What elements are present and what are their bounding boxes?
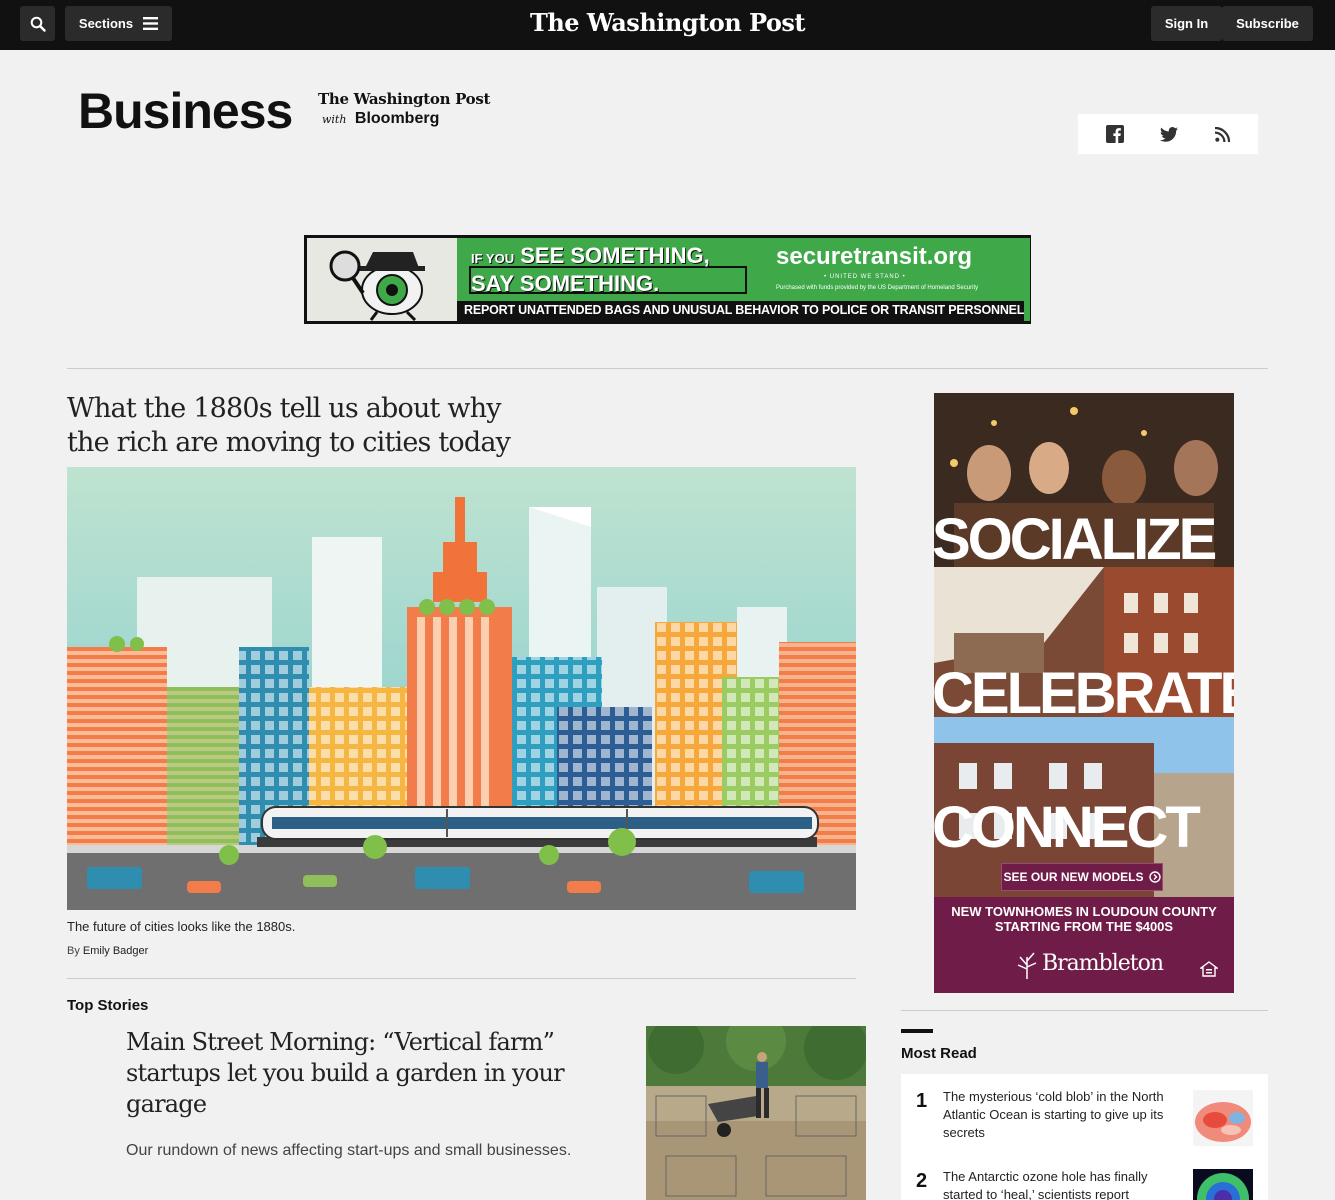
top-story-blurb: Our rundown of news affecting start-ups … (126, 1142, 572, 1159)
most-read-rank: 1 (916, 1090, 928, 1112)
banner-green-strip (1024, 238, 1030, 321)
ad-offer-line2: STARTING FROM THE $400S (994, 919, 1174, 934)
banner-url: securetransit.org (776, 243, 973, 270)
see-new-models-button[interactable]: SEE OUR NEW MODELS (1001, 863, 1163, 891)
banner-tagline: • UNITED WE STAND • (824, 274, 906, 280)
ad-word-socialize: SOCIALIZE (934, 507, 1217, 572)
equal-housing-icon (1200, 961, 1218, 977)
rss-icon[interactable] (1214, 126, 1230, 142)
divider (67, 978, 856, 979)
top-navigation-bar: Sections The Washington Post Sign In Sub… (0, 0, 1335, 50)
partner-bloomberg-text: Bloomberg (354, 110, 440, 127)
most-read-item[interactable]: 1 The mysterious ‘cold blob’ in the Nort… (901, 1074, 1268, 1154)
most-read-rank: 2 (916, 1170, 928, 1192)
most-read-thumbnail[interactable] (1193, 1169, 1253, 1200)
top-story-headline[interactable]: Main Street Morning: “Vertical farm” sta… (126, 1027, 596, 1120)
top-stories-label: Top Stories (67, 997, 149, 1014)
tree-logo-icon (1017, 952, 1037, 979)
divider (901, 1010, 1268, 1011)
partner-with-text: with (322, 113, 347, 126)
most-read-accent (901, 1029, 933, 1033)
banner-line1: SEE SOMETHING, (520, 243, 710, 268)
most-read-list: 1 The mysterious ‘cold blob’ in the Nort… (901, 1074, 1268, 1200)
most-read-headline[interactable]: The Antarctic ozone hole has finally sta… (943, 1168, 1188, 1200)
ad-cta-label: SEE OUR NEW MODELS (1003, 870, 1144, 884)
banner-line2: SAY SOMETHING. (471, 271, 660, 296)
banner-advertisement[interactable]: IF YOU SEE SOMETHING, SAY SOMETHING. sec… (304, 235, 1031, 324)
divider (67, 368, 1268, 369)
facebook-icon[interactable] (1106, 125, 1125, 143)
byline-prefix: By (67, 945, 80, 957)
lead-story-image[interactable] (67, 467, 856, 910)
eye-detective-illustration (307, 238, 457, 322)
partner-logo[interactable]: The Washington Post with Bloomberg (318, 90, 490, 128)
social-links (1078, 114, 1258, 154)
banner-funding-note: Purchased with funds provided by the US … (776, 285, 979, 291)
side-advertisement[interactable]: SOCIALIZE CELEBRATE CONNECT SEE OUR NEW … (934, 393, 1234, 993)
page-title: Business (78, 83, 293, 139)
banner-slogan: IF YOU SEE SOMETHING, SAY SOMETHING. (471, 243, 710, 296)
ad-brand-name: Brambleton (1042, 951, 1164, 976)
most-read-thumbnail[interactable] (1193, 1090, 1253, 1146)
banner-if-you: IF YOU (471, 251, 515, 266)
most-read-headline[interactable]: The mysterious ‘cold blob’ in the North … (943, 1088, 1188, 1142)
ad-word-connect: CONNECT (934, 795, 1201, 860)
lead-story-headline[interactable]: What the 1880s tell us about why the ric… (67, 392, 537, 460)
author-link[interactable]: Emily Badger (83, 945, 148, 957)
lead-story-caption: The future of cities looks like the 1880… (67, 919, 296, 934)
ad-word-celebrate: CELEBRATE (934, 661, 1234, 726)
partner-wapo-text: The Washington Post (318, 90, 491, 108)
banner-report-text: REPORT UNATTENDED BAGS AND UNUSUAL BEHAV… (464, 303, 1025, 317)
ad-offer-line1: NEW TOWNHOMES IN LOUDOUN COUNTY (951, 904, 1217, 919)
most-read-item[interactable]: 2 The Antarctic ozone hole has finally s… (901, 1154, 1268, 1200)
most-read-title: Most Read (901, 1045, 977, 1062)
subscribe-button[interactable]: Subscribe (1222, 6, 1313, 41)
twitter-icon[interactable] (1160, 126, 1179, 142)
lead-story-byline: By Emily Badger (67, 945, 148, 957)
arrow-circle-icon (1148, 871, 1161, 883)
top-story-image[interactable] (646, 1026, 866, 1200)
sign-in-button[interactable]: Sign In (1151, 6, 1222, 41)
masthead-logo[interactable]: The Washington Post (0, 8, 1335, 37)
